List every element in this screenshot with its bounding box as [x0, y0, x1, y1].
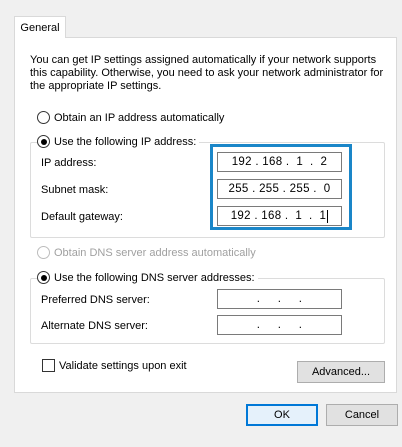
preferred-dns-input[interactable]: . . . [217, 289, 342, 309]
radio-disabled-icon [37, 246, 50, 259]
cancel-button[interactable]: Cancel [326, 404, 398, 426]
subnet-mask-label: Subnet mask: [41, 184, 109, 196]
validate-settings-label: Validate settings upon exit [59, 359, 187, 372]
highlight-box [210, 144, 352, 230]
radio-unchecked-icon [37, 111, 50, 124]
use-following-dns-label: Use the following DNS server addresses: [54, 271, 255, 284]
obtain-dns-auto-label: Obtain DNS server address automatically [54, 246, 256, 259]
radio-checked-icon [37, 135, 50, 148]
ip-address-label: IP address: [41, 157, 97, 169]
use-following-dns-radio[interactable]: Use the following DNS server addresses: [37, 271, 258, 284]
obtain-ip-auto-radio[interactable]: Obtain an IP address automatically [37, 111, 228, 124]
checkbox-unchecked-icon [42, 359, 55, 372]
alternate-dns-label: Alternate DNS server: [41, 320, 148, 332]
preferred-dns-label: Preferred DNS server: [41, 294, 150, 306]
advanced-button[interactable]: Advanced... [297, 361, 385, 383]
obtain-ip-auto-label: Obtain an IP address automatically [54, 111, 225, 124]
use-following-ip-radio[interactable]: Use the following IP address: [37, 135, 200, 148]
default-gateway-label: Default gateway: [41, 211, 123, 223]
validate-settings-checkbox[interactable]: Validate settings upon exit [42, 359, 187, 372]
radio-checked-icon [37, 271, 50, 284]
use-following-ip-label: Use the following IP address: [54, 135, 197, 148]
obtain-dns-auto-radio[interactable]: Obtain DNS server address automatically [37, 246, 259, 259]
ok-button[interactable]: OK [246, 404, 318, 426]
description-text: You can get IP settings assigned automat… [30, 54, 384, 92]
tab-general[interactable]: General [14, 16, 66, 38]
alternate-dns-input[interactable]: . . . [217, 315, 342, 335]
